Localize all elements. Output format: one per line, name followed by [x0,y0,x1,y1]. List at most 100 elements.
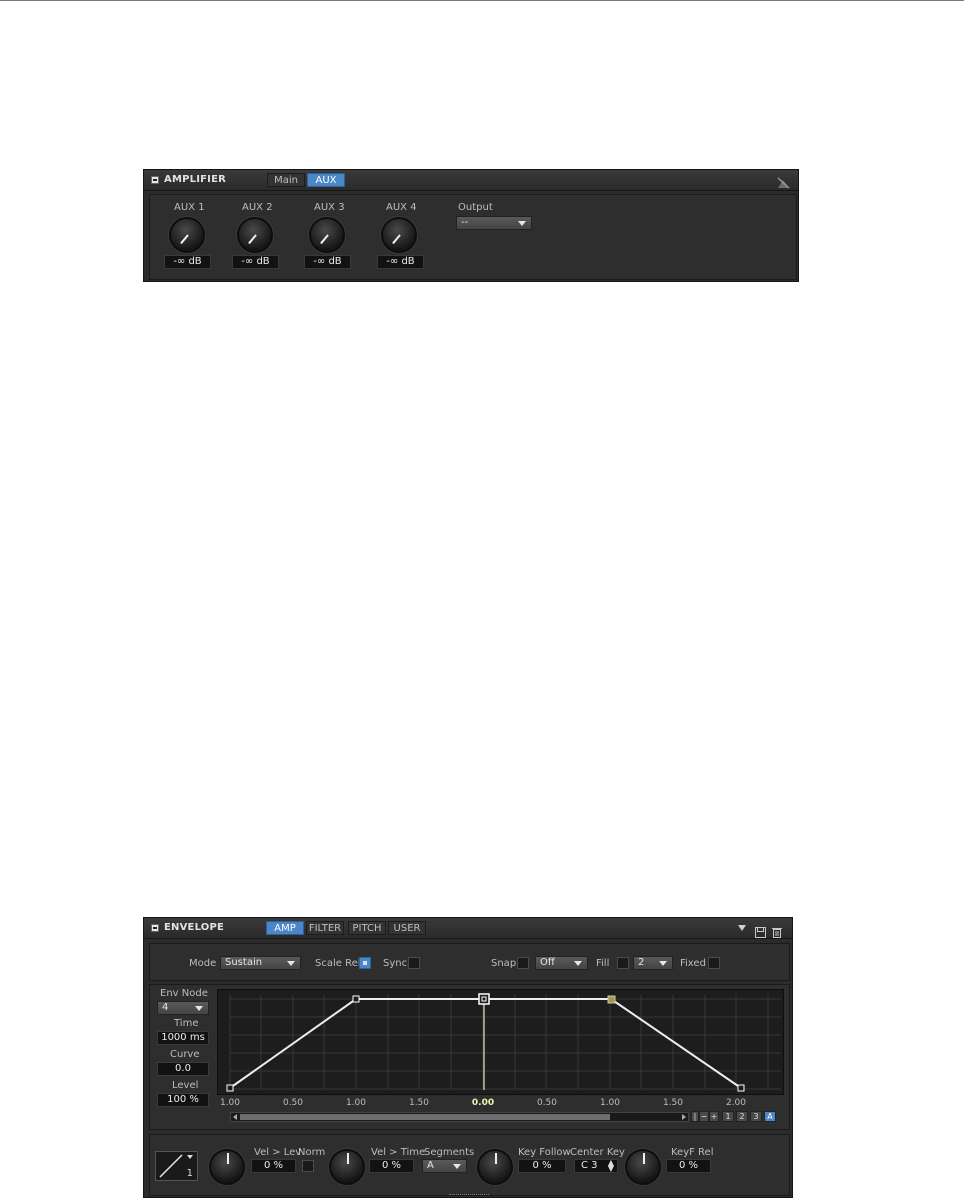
amplifier-title: AMPLIFIER [164,174,226,185]
aux3-value[interactable]: -∞ dB [304,255,351,269]
aux3-knob[interactable] [309,217,345,253]
scale-rel-checkbox[interactable] [359,957,371,969]
snap-checkbox[interactable] [517,957,529,969]
center-key-label: Center Key [570,1147,625,1158]
collapse-icon[interactable] [151,176,159,184]
zoom-preset-3[interactable]: 3 [750,1111,762,1122]
collapse-icon[interactable] [151,924,159,932]
fixed-checkbox[interactable] [708,957,720,969]
timeline-tick-6: 0.50 [536,1098,558,1108]
aux2-value[interactable]: -∞ dB [232,255,279,269]
env-node-value: 4 [162,1002,169,1013]
bypass-icon[interactable] [777,174,790,189]
tab-user[interactable]: USER [388,921,426,935]
level-value[interactable]: 100 % [157,1093,209,1107]
time-label: Time [174,1018,199,1029]
time-value[interactable]: 1000 ms [157,1031,209,1045]
curve-value[interactable]: 0.0 [157,1062,209,1076]
envelope-node-5[interactable] [737,1084,745,1092]
env-node-dropdown[interactable]: 4 [157,1001,209,1015]
aux4-knob[interactable] [381,217,417,253]
keyf-rel-knob[interactable] [625,1149,661,1185]
timeline-tick-5: 0.00 [471,1098,495,1108]
sync-checkbox[interactable] [408,957,420,969]
amplifier-panel: AMPLIFIER Main AUX AUX 1 -∞ dB AUX 2 -∞ … [143,169,799,282]
tab-aux[interactable]: AUX [307,173,345,187]
aux4-value[interactable]: -∞ dB [377,255,424,269]
output-dropdown[interactable]: -- [456,216,532,230]
envelope-node-2[interactable] [352,995,360,1003]
vel-time-knob[interactable] [329,1149,365,1185]
segments-dropdown[interactable]: A [422,1159,467,1173]
aux1-value[interactable]: -∞ dB [164,255,211,269]
env-node-label: Env Node [160,988,208,999]
zoom-out-button[interactable]: − [699,1111,709,1122]
top-divider [0,0,964,1]
timeline-tick-2: 0.50 [282,1098,304,1108]
chevron-down-icon [187,1155,193,1159]
delete-icon[interactable] [772,923,782,942]
tab-amp[interactable]: AMP [266,921,304,935]
timeline-tick-7: 1.00 [599,1098,621,1108]
key-follow-knob[interactable] [477,1149,513,1185]
zoom-preset-2[interactable]: 2 [736,1111,748,1122]
timeline-tick-9: 2.00 [725,1098,747,1108]
resize-grip[interactable] [449,1194,489,1198]
graph-grid [229,995,781,1090]
envelope-title-bar: ENVELOPE AMP FILTER PITCH USER [144,918,792,939]
norm-label: Norm [298,1147,326,1158]
keyf-rel-label: KeyF Rel [671,1147,714,1158]
curve-preset-selector[interactable]: 1 [155,1151,198,1181]
scroll-left-arrow[interactable] [233,1114,237,1120]
aux4-label: AUX 4 [386,202,417,213]
zoom-in-button[interactable]: + [709,1111,719,1122]
zoom-preset-auto[interactable]: A [764,1111,776,1122]
norm-checkbox[interactable] [302,1160,314,1172]
envelope-node-1[interactable] [226,1084,234,1092]
fixed-label: Fixed [680,958,706,969]
envelope-curve [229,998,742,1089]
preset-menu-icon[interactable] [738,925,746,931]
chevron-down-icon [195,1006,203,1011]
level-label: Level [172,1080,199,1091]
fill-dropdown[interactable]: 2 [633,956,673,970]
vel-lev-knob[interactable] [209,1149,245,1185]
chevron-down-icon [659,961,667,966]
timeline-tick-4: 1.50 [408,1098,430,1108]
output-value: -- [461,217,469,228]
mode-dropdown[interactable]: Sustain [220,956,301,970]
chevron-down-icon [518,221,526,226]
chevron-down-icon [574,961,582,966]
mode-label: Mode [189,958,217,969]
vel-lev-value[interactable]: 0 % [251,1159,296,1173]
aux2-knob[interactable] [237,217,273,253]
tab-filter[interactable]: FILTER [306,921,344,935]
keyf-rel-value[interactable]: 0 % [666,1159,711,1173]
fill-value: 2 [638,957,645,968]
envelope-graph-svg[interactable] [218,990,783,1094]
key-follow-value[interactable]: 0 % [518,1159,566,1173]
aux2-label: AUX 2 [242,202,273,213]
timeline-tick-1: 1.00 [219,1098,241,1108]
scroll-right-arrow[interactable] [682,1114,686,1120]
vel-time-value[interactable]: 0 % [369,1159,414,1173]
tab-pitch[interactable]: PITCH [348,921,386,935]
stepper-icon[interactable]: ▲ ▼ [608,1159,614,1173]
tab-main[interactable]: Main [267,173,305,187]
timeline-scrollbar[interactable] [230,1112,689,1122]
scrollbar-thumb[interactable] [240,1114,610,1120]
snap-value: Off [540,957,555,968]
key-follow-label: Key Follow [518,1147,571,1158]
zoom-handle-button[interactable]: | [691,1111,699,1122]
save-icon[interactable] [755,923,766,942]
snap-dropdown[interactable]: Off [535,956,588,970]
zoom-preset-1[interactable]: 1 [722,1111,734,1122]
envelope-graph[interactable] [217,989,784,1095]
vel-time-label: Vel > Time [371,1147,426,1158]
sustain-node[interactable] [607,995,616,1004]
envelope-node-3-selected[interactable] [478,993,490,1005]
envelope-title: ENVELOPE [164,922,225,933]
center-key-value[interactable]: C 3 ▲ ▼ [574,1159,618,1173]
fill-checkbox[interactable] [617,957,629,969]
aux1-knob[interactable] [169,217,205,253]
